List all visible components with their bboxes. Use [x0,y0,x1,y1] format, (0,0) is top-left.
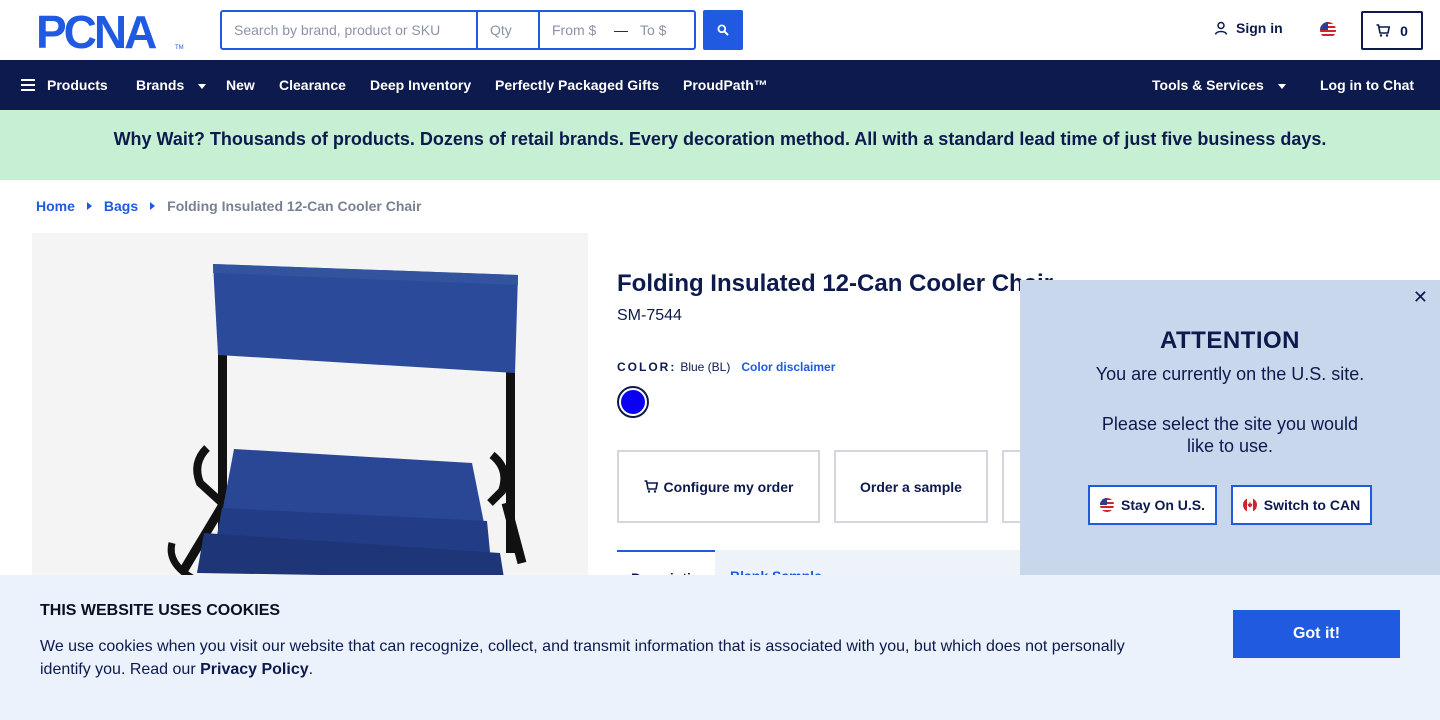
cart-icon [1376,24,1391,37]
user-icon [1214,21,1228,35]
nav-chat-login[interactable]: Log in to Chat [1320,60,1414,110]
configure-order-label: Configure my order [663,478,794,495]
menu-icon [21,79,35,91]
cart-icon [644,480,658,493]
swatch-fill [621,390,645,414]
stay-us-label: Stay On U.S. [1120,497,1206,513]
canada-flag-icon [1242,498,1257,512]
attention-message: You are currently on the U.S. site. [1095,364,1365,384]
svg-text:PCNA: PCNA [36,11,156,51]
breadcrumb: Home Bags Folding Insulated 12-Can Coole… [36,198,422,214]
main-nav: Products Brands New Clearance Deep Inven… [0,60,1440,110]
nav-proudpath-label: ProudPath™ [683,77,768,93]
color-row: COLOR: Blue (BL) Color disclaimer [617,360,835,374]
site-selector-popup: ✕ ATTENTION You are currently on the U.S… [1020,280,1440,575]
color-swatch-blue[interactable] [617,386,649,418]
nav-proudpath[interactable]: ProudPath™ [683,60,768,110]
color-disclaimer-link[interactable]: Color disclaimer [741,360,835,374]
breadcrumb-bags[interactable]: Bags [104,198,138,214]
nav-brands-label: Brands [136,77,185,93]
price-from-input[interactable] [540,12,614,48]
attention-title: ATTENTION [1159,327,1301,354]
nav-products-label: Products [47,77,108,93]
breadcrumb-current: Folding Insulated 12-Can Cooler Chair [167,198,422,214]
privacy-policy-link[interactable]: Privacy Policy [200,661,309,678]
product-title: Folding Insulated 12-Can Cooler Chair [617,270,1054,297]
breadcrumb-home[interactable]: Home [36,198,75,214]
search-group: — [220,10,696,50]
nav-products[interactable]: Products [21,60,108,110]
price-to-input[interactable] [628,12,694,48]
nav-tools-services[interactable]: Tools & Services [1152,60,1286,110]
cookie-text: We use cookies when you visit our websit… [40,635,1140,681]
top-header: PCNA TM — Sign in [0,0,1440,60]
search-icon [717,24,729,36]
chevron-down-icon [198,84,207,89]
sign-in-link[interactable]: Sign in [1214,20,1283,36]
sign-in-label: Sign in [1236,20,1283,36]
stay-us-button[interactable]: Stay On U.S. [1088,485,1217,525]
price-range-dash: — [614,22,628,38]
order-sample-label: Order a sample [860,478,962,495]
close-icon[interactable]: ✕ [1413,288,1428,306]
switch-can-label: Switch to CAN [1263,497,1361,513]
svg-text:TM: TM [175,45,184,51]
us-flag-icon[interactable] [1320,22,1336,38]
color-label: COLOR: [617,360,677,374]
nav-deep-inventory-label: Deep Inventory [370,77,472,93]
promo-banner: Why Wait? Thousands of products. Dozens … [0,110,1440,180]
chevron-right-icon [86,202,92,210]
nav-gifts-label: Perfectly Packaged Gifts [495,77,660,93]
configure-order-button[interactable]: Configure my order [617,450,820,523]
nav-chat-label: Log in to Chat [1320,77,1415,93]
cookie-title: THIS WEBSITE USES COOKIES [40,602,281,619]
chevron-right-icon [150,202,156,210]
qty-input[interactable] [478,12,540,48]
us-flag-icon [1099,498,1114,512]
nav-clearance[interactable]: Clearance [279,60,346,110]
nav-brands[interactable]: Brands [136,60,207,110]
cart-count: 0 [1400,22,1408,39]
nav-tools-label: Tools & Services [1152,77,1264,93]
cookie-accept-button[interactable]: Got it! [1233,610,1400,658]
search-button[interactable] [703,10,743,50]
nav-new-label: New [226,77,255,93]
chevron-down-icon [1277,84,1286,89]
promo-text: Why Wait? Thousands of products. Dozens … [113,129,1327,149]
nav-deep-inventory[interactable]: Deep Inventory [370,60,471,110]
nav-gifts[interactable]: Perfectly Packaged Gifts [495,60,659,110]
switch-can-button[interactable]: Switch to CAN [1231,485,1372,525]
nav-clearance-label: Clearance [279,77,346,93]
nav-new[interactable]: New [226,60,255,110]
color-value: Blue (BL) [680,360,731,374]
search-input[interactable] [222,12,478,48]
cart-button[interactable]: 0 [1361,11,1423,50]
product-sku: SM-7544 [617,307,682,324]
attention-prompt: Please select the site you would like to… [1101,414,1359,456]
order-sample-button[interactable]: Order a sample [834,450,988,523]
cookie-banner: THIS WEBSITE USES COOKIES We use cookies… [0,575,1440,720]
cookie-period: . [308,661,314,678]
pcna-logo[interactable]: PCNA TM [36,11,186,51]
